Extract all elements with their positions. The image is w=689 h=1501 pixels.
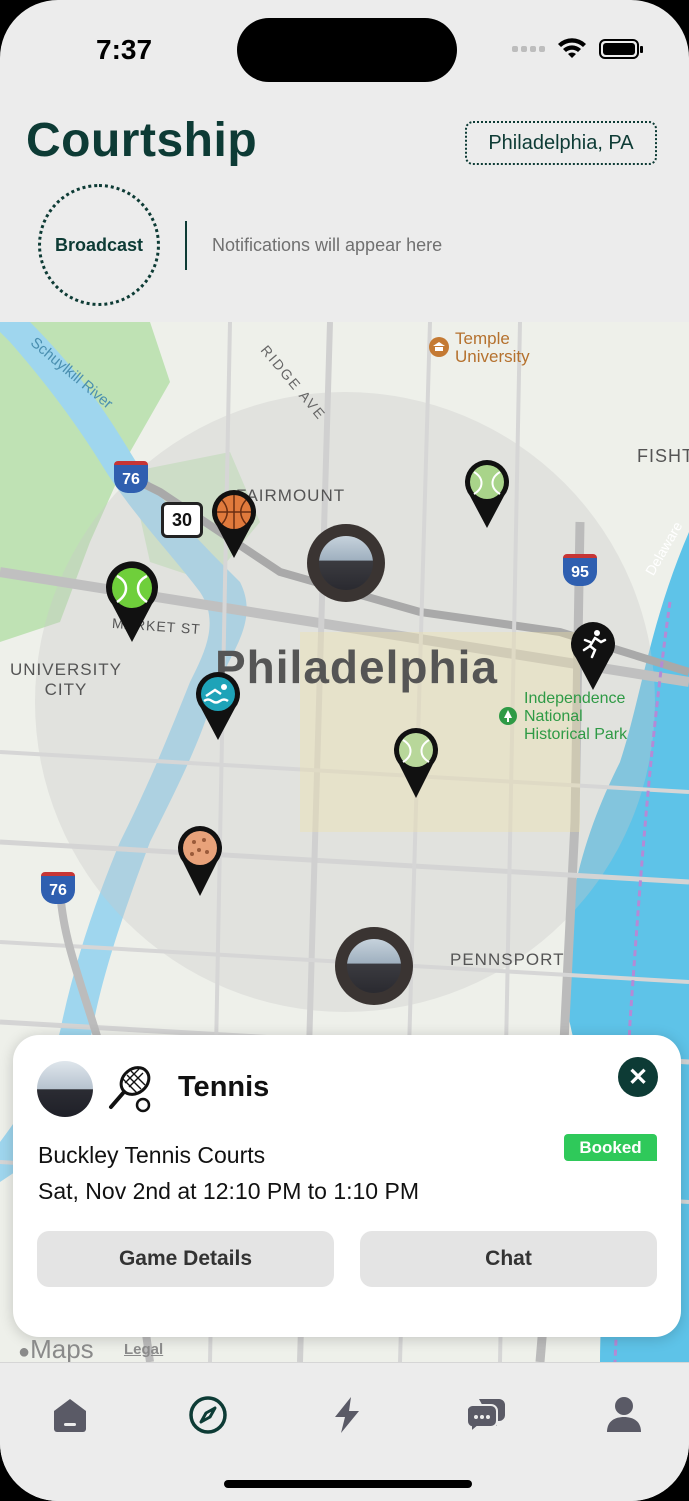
broadcast-button[interactable]: Broadcast	[38, 184, 160, 306]
chat-bubbles-icon	[466, 1399, 505, 1435]
status-time: 7:37	[96, 34, 153, 65]
legal-link[interactable]: Legal	[124, 1341, 163, 1358]
dynamic-island	[237, 18, 457, 82]
tab-messages[interactable]	[463, 1393, 507, 1437]
lightning-icon	[335, 1397, 359, 1433]
i76-shield-top: 76	[114, 461, 148, 493]
tennis-pin[interactable]	[104, 560, 160, 644]
home-icon	[54, 1399, 86, 1432]
i95-shield: 95	[563, 554, 597, 586]
user-avatar-pin[interactable]	[335, 927, 413, 1005]
independence-label: Independence National Historical Park	[524, 690, 628, 743]
tab-profile[interactable]	[602, 1393, 646, 1437]
header-divider	[185, 221, 187, 270]
university-icon	[429, 337, 449, 357]
profile-icon	[607, 1397, 641, 1432]
status-badge: Booked	[564, 1134, 657, 1161]
pennsport-label: PENNSPORT	[450, 950, 565, 969]
home-indicator	[224, 1480, 472, 1488]
city-label: Philadelphia	[215, 641, 498, 693]
fishtown-label: FISHT	[637, 446, 689, 466]
venue-name: Buckley Tennis Courts	[38, 1142, 266, 1168]
compass-icon	[189, 1396, 227, 1434]
running-pin[interactable]	[568, 620, 618, 692]
maps-credit: ●Maps	[18, 1334, 94, 1364]
game-card: Tennis ✕ Buckley Tennis Courts Sat, Nov …	[13, 1035, 681, 1337]
us30-shield: 30	[161, 502, 203, 538]
pickleball-pin[interactable]	[175, 824, 225, 898]
location-selector[interactable]: Philadelphia, PA	[465, 121, 657, 165]
tennis-pin[interactable]	[391, 726, 441, 800]
host-avatar	[37, 1061, 93, 1117]
phone-screen: 7:37 Courtship Philadelphia, PA Broadcas…	[0, 0, 689, 1501]
app-title: Courtship	[26, 114, 258, 167]
cellular-signal-icon	[512, 46, 545, 52]
park-icon	[499, 707, 517, 725]
apple-logo-icon: ●	[18, 1341, 31, 1363]
chat-button[interactable]: Chat	[360, 1231, 657, 1287]
user-avatar-pin[interactable]	[307, 524, 385, 602]
swimming-pin[interactable]	[193, 670, 243, 742]
battery-icon	[599, 39, 643, 59]
notifications-placeholder: Notifications will appear here	[212, 235, 443, 255]
close-button[interactable]: ✕	[618, 1057, 658, 1097]
university-city-label: UNIVERSITY CITY	[10, 660, 123, 699]
sport-title: Tennis	[178, 1071, 270, 1103]
close-icon: ✕	[627, 1063, 649, 1091]
tab-activity[interactable]	[325, 1393, 369, 1437]
tab-home[interactable]	[48, 1393, 92, 1437]
tennis-pin[interactable]	[462, 458, 512, 530]
game-details-button[interactable]: Game Details	[37, 1231, 334, 1287]
i76-shield-bottom: 76	[41, 872, 75, 904]
basketball-pin[interactable]	[209, 488, 259, 560]
tennis-racket-icon	[109, 1066, 151, 1113]
tab-explore[interactable]	[186, 1393, 230, 1437]
game-time: Sat, Nov 2nd at 12:10 PM to 1:10 PM	[38, 1178, 419, 1204]
status-icons	[512, 38, 643, 60]
temple-label: Temple University	[455, 329, 530, 366]
wifi-icon	[558, 38, 586, 58]
